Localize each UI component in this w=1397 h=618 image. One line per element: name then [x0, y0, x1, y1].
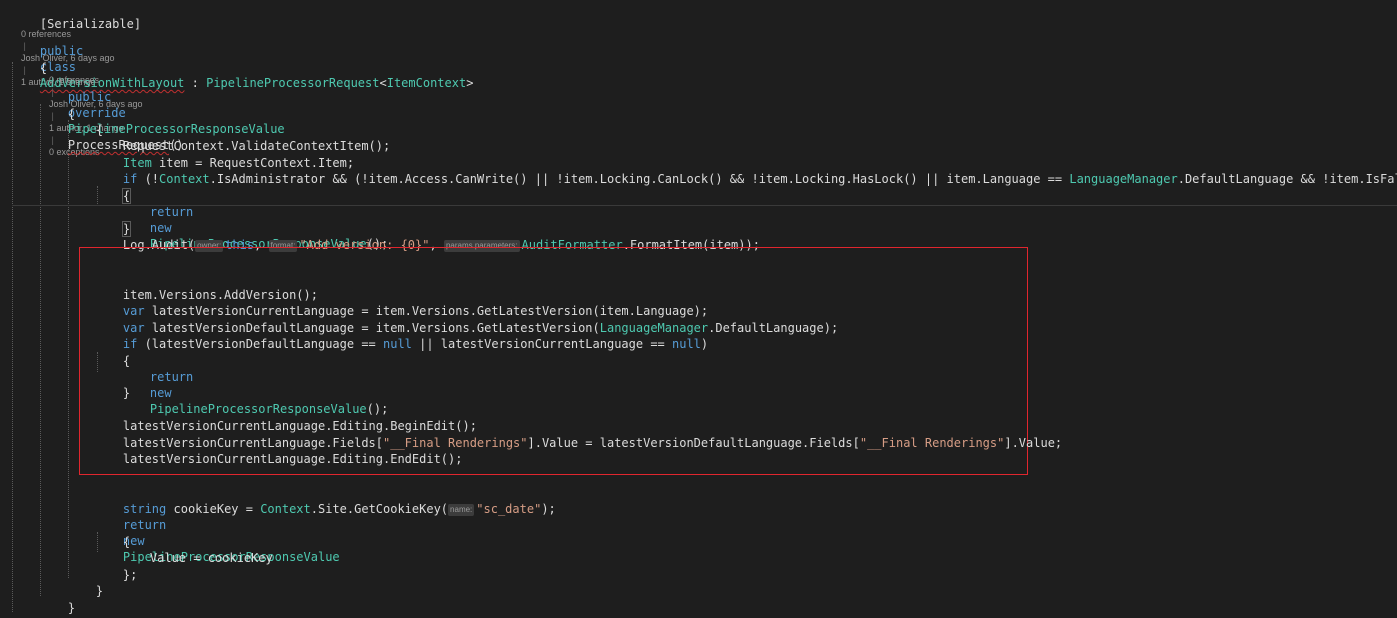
code-line[interactable]: RequestContext.ValidateContextItem();	[94, 122, 390, 153]
if-condition: || latestVersionCurrentLanguage ==	[411, 337, 672, 351]
keyword-return: return	[149, 205, 194, 219]
parameter-hint: name:	[448, 504, 475, 516]
code-line[interactable]: Item item = RequestContext.Item;	[94, 139, 354, 170]
end-edit-call: latestVersionCurrentLanguage.Editing.End…	[122, 452, 463, 466]
code-line[interactable]: }	[94, 205, 132, 237]
code-line[interactable]: var latestVersionCurrentLanguage = item.…	[94, 287, 708, 318]
code-line[interactable]: latestVersionCurrentLanguage.Editing.End…	[94, 435, 463, 466]
code-line[interactable]: Log.Audit(owner: this, format: "Add versio…	[94, 221, 760, 252]
code-line[interactable]: item.Versions.AddVersion();	[94, 271, 318, 302]
context-type: Context	[159, 172, 210, 186]
code-line[interactable]: if (!Context.IsAdministrator && (!item.A…	[94, 155, 1397, 186]
keyword-null: null	[672, 337, 701, 351]
code-line[interactable]: {	[94, 337, 130, 368]
method-open-brace[interactable]: {	[39, 90, 75, 121]
indent-guide	[12, 62, 13, 612]
if-end: .DefaultLanguage && !item.IsFallback))	[1177, 172, 1397, 186]
code-line[interactable]: string cookieKey = Context.Site.GetCooki…	[94, 485, 556, 516]
code-line[interactable]: {	[94, 172, 132, 204]
brace-semicolon: };	[122, 568, 138, 582]
generic-arg: ItemContext	[386, 76, 467, 90]
code-line[interactable]: {	[94, 518, 130, 549]
code-line[interactable]: return new PipelineProcessorResponseValu…	[121, 353, 388, 416]
string-literal: "sc_date"	[476, 502, 542, 516]
string-literal: "__Final Renderings"	[859, 436, 1005, 450]
class-close-brace[interactable]: }	[11, 600, 47, 618]
code-line[interactable]: latestVersionCurrentLanguage.Fields["__F…	[94, 419, 1062, 450]
brace: }	[95, 584, 104, 598]
code-editor[interactable]: [Serializable] 0 references | Josh Olive…	[0, 0, 1397, 618]
attribute-line[interactable]: [Serializable]	[11, 0, 141, 31]
code-line[interactable]: Value = cookieKey	[121, 534, 273, 565]
if-condition: (latestVersionDefaultLanguage ==	[137, 337, 383, 351]
current-line-indicator	[12, 205, 1397, 206]
code-line[interactable]: var latestVersionDefaultLanguage = item.…	[94, 304, 838, 335]
generic-open: <	[379, 76, 387, 90]
keyword-new: new	[149, 386, 172, 400]
code-line[interactable]: };	[94, 551, 137, 582]
code-line[interactable]: if (latestVersionDefaultLanguage == null…	[94, 320, 708, 351]
keyword-return: return	[149, 370, 194, 384]
code-line[interactable]: latestVersionCurrentLanguage.Editing.Beg…	[94, 402, 477, 433]
call-end: );	[541, 502, 556, 516]
code-line[interactable]: }	[94, 369, 130, 400]
indent-guide	[40, 104, 41, 596]
fields-end: ].Value;	[1004, 436, 1063, 450]
class-declaration[interactable]: public class AddVersionWithLayout : Pipe…	[11, 27, 474, 90]
code-line[interactable]: return new PipelineProcessorResponseValu…	[121, 188, 388, 251]
keyword-null: null	[383, 337, 412, 351]
if-condition: .IsAdministrator && (!item.Access.CanWri…	[209, 172, 1070, 186]
generic-close: >	[466, 76, 474, 90]
method-close-brace[interactable]: }	[39, 584, 75, 615]
language-manager-type: LanguageManager	[1069, 172, 1178, 186]
brace: }	[67, 601, 76, 615]
method-declaration[interactable]: public override PipelineProcessorRespons…	[39, 73, 285, 152]
class-open-brace[interactable]: {	[11, 44, 47, 75]
brace: }	[122, 386, 131, 400]
if-end: )	[700, 337, 709, 351]
block-close-brace[interactable]: }	[67, 567, 103, 598]
block-open-brace[interactable]: {	[67, 106, 103, 137]
fields-assign: ].Value = latestVersionDefaultLanguage.F…	[527, 436, 860, 450]
value-assign: Value = cookieKey	[149, 551, 273, 565]
indent-guide	[68, 120, 69, 578]
call-end: .DefaultLanguage);	[708, 321, 839, 335]
if-part: (!	[137, 172, 160, 186]
code-line[interactable]: return new PipelineProcessorResponseValu…	[94, 501, 340, 564]
